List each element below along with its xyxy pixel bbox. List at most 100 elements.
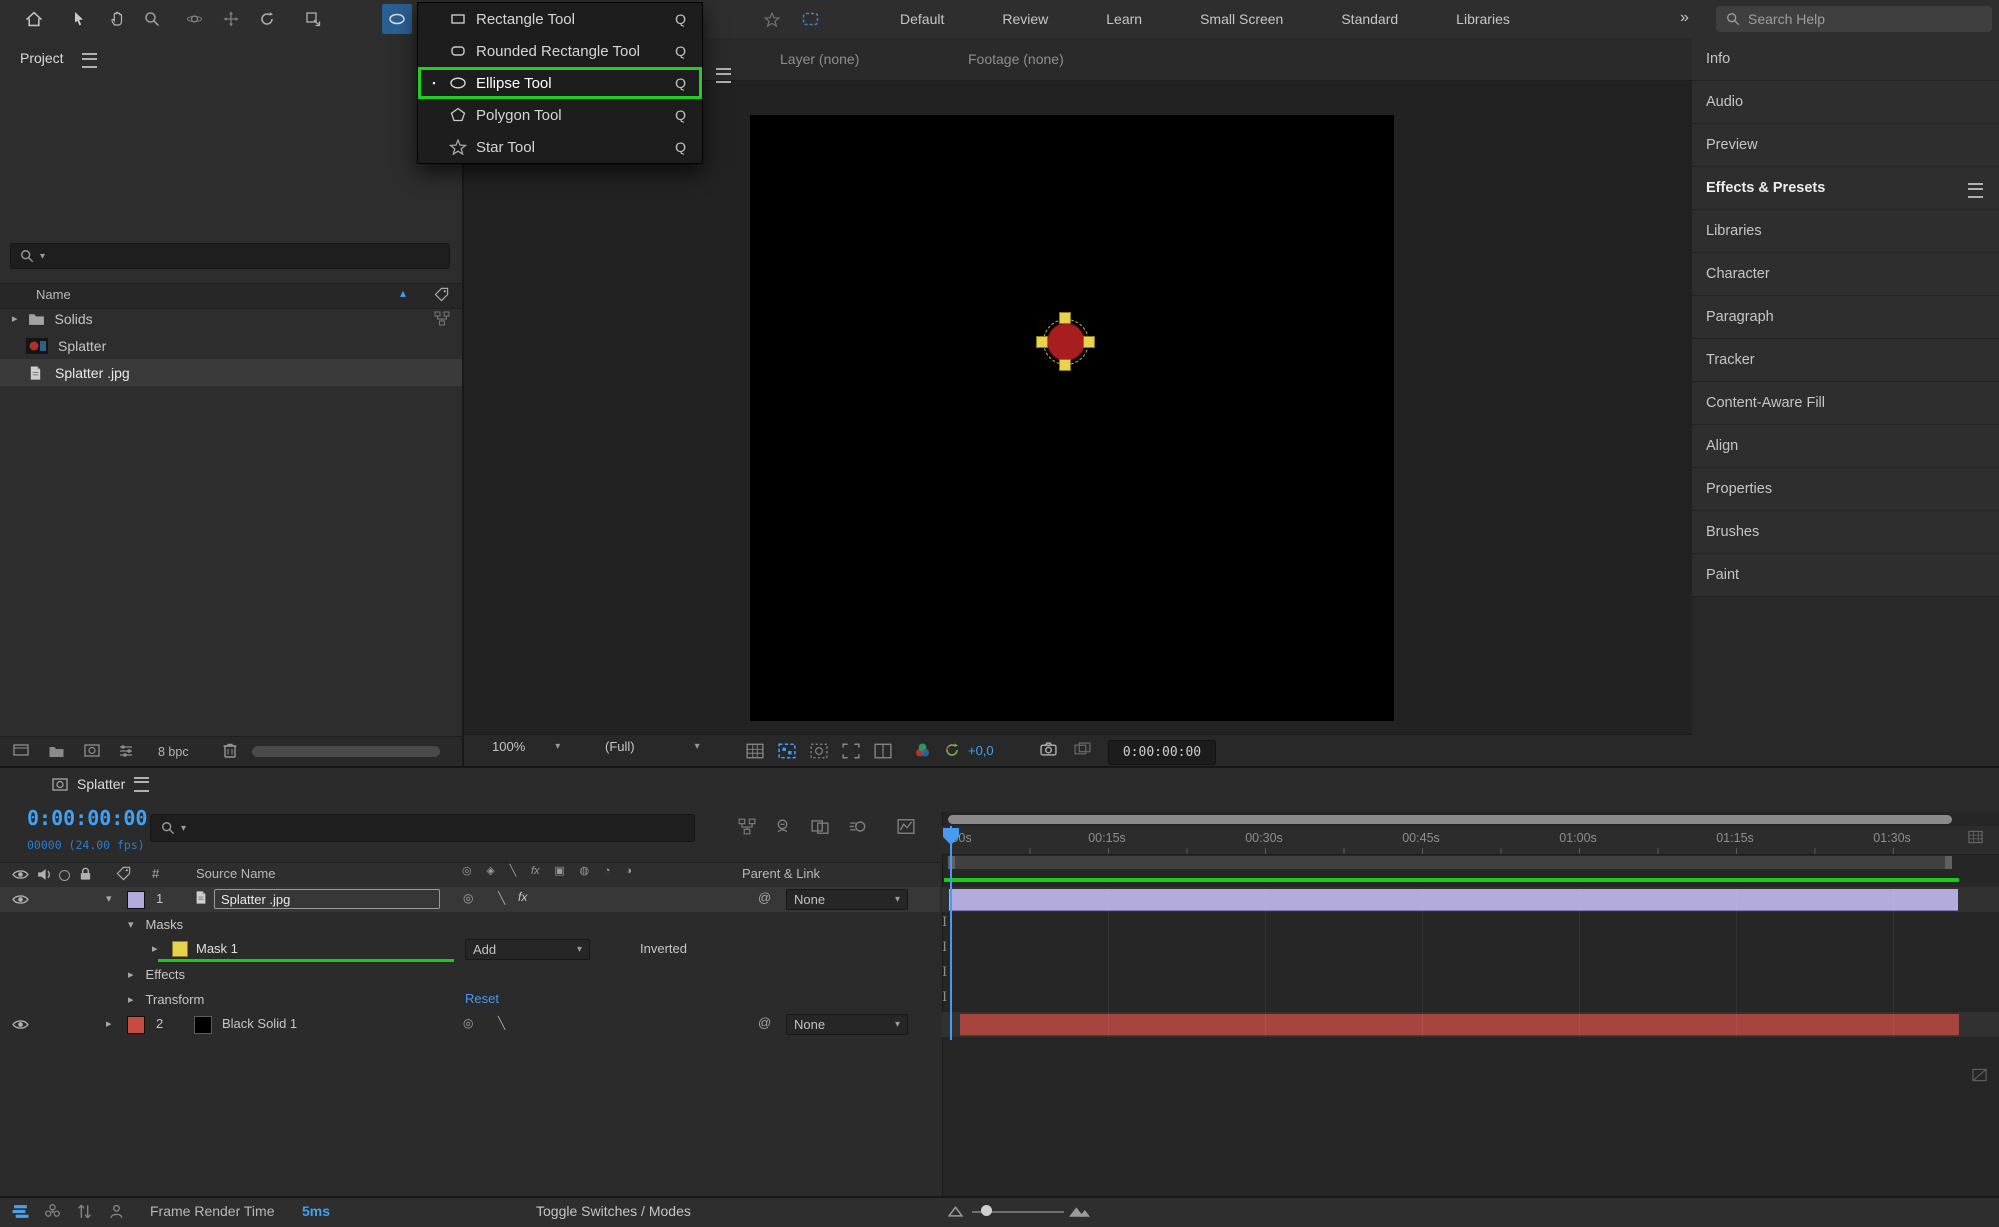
name-column-header[interactable]: Name [36, 287, 71, 302]
project-panel-tab[interactable]: Project [20, 50, 64, 66]
frame-blending-button[interactable] [811, 818, 829, 835]
composition-canvas[interactable] [750, 115, 1394, 721]
layer2-parent-select[interactable]: None ▾ [786, 1014, 908, 1035]
thumbnail-scrollbar[interactable] [252, 746, 440, 757]
panel-header-tracker[interactable]: Tracker [1692, 339, 1999, 381]
mask-handle-right[interactable] [1083, 336, 1095, 348]
toggle-render-pane-button[interactable] [108, 1203, 125, 1220]
help-search[interactable]: Search Help [1716, 6, 1992, 32]
zoom-in-mountains-icon[interactable] [1068, 1203, 1091, 1218]
layer2-duration-bar[interactable] [960, 1014, 1959, 1036]
layer1-quality-switch[interactable]: ╲ [498, 891, 505, 905]
layer2-parent-pickwhip[interactable]: @ [758, 1015, 771, 1030]
project-item-splatter[interactable]: Splatter [0, 332, 462, 359]
show-snapshot-button[interactable] [1074, 742, 1091, 757]
workspace-overflow-button[interactable]: » [1680, 9, 1689, 27]
effects-expander[interactable]: ▸ [128, 968, 134, 981]
layer1-video-toggle[interactable] [12, 893, 29, 906]
layer2-quality-switch[interactable]: ╲ [498, 1016, 505, 1030]
toggle-inout-pane-button[interactable] [76, 1203, 93, 1220]
sort-ascending-icon[interactable]: ▴ [400, 286, 406, 300]
panel-header-info[interactable]: Info [1692, 38, 1999, 80]
current-time-display[interactable]: 0:00:00:00 [27, 806, 147, 830]
mask-shape-ellipse[interactable] [1047, 323, 1085, 361]
shape-tool-button-active[interactable] [382, 4, 412, 34]
graph-editor-button[interactable] [897, 818, 915, 835]
work-area-end-handle[interactable] [1945, 856, 1952, 869]
magnification-select[interactable]: 100% ▾ [492, 739, 560, 754]
masks-group-row[interactable]: ▾ Masks [0, 912, 940, 937]
timeline-menu-button[interactable] [134, 777, 149, 792]
shy-layers-button[interactable] [774, 818, 791, 835]
panel-header-paint[interactable]: Paint [1692, 554, 1999, 596]
menu-item-polygon-tool[interactable]: Polygon Tool Q [418, 99, 702, 131]
panel-header-brushes[interactable]: Brushes [1692, 511, 1999, 553]
view-layout-button[interactable] [874, 743, 892, 759]
work-area-bar[interactable] [948, 856, 1952, 869]
resolution-select[interactable]: (Full) ▾ [605, 739, 700, 754]
panel-header-content-aware-fill[interactable]: Content-Aware Fill [1692, 382, 1999, 424]
mask-handle-top[interactable] [1059, 312, 1071, 324]
workspace-tab-default[interactable]: Default [900, 11, 944, 27]
panel-header-character[interactable]: Character [1692, 253, 1999, 295]
pan-behind-tool-button[interactable] [298, 4, 328, 34]
region-tool-button[interactable] [795, 4, 825, 34]
panel-header-libraries[interactable]: Libraries [1692, 210, 1999, 252]
viewer-menu-button[interactable] [716, 68, 731, 83]
playhead-line[interactable] [950, 826, 952, 1040]
home-button[interactable] [19, 4, 49, 34]
transform-expander[interactable]: ▸ [128, 993, 134, 1006]
mask-handle-bottom[interactable] [1059, 359, 1071, 371]
workspace-tab-review[interactable]: Review [1002, 11, 1048, 27]
menu-item-rectangle-tool[interactable]: Rectangle Tool Q [418, 3, 702, 35]
tab-footage-viewer[interactable]: Footage (none) [968, 51, 1064, 67]
viewer-timecode[interactable]: 0:00:00:00 [1108, 740, 1216, 765]
layer2-anchor-switch[interactable]: ◎ [463, 1016, 473, 1030]
zoom-out-mountain-icon[interactable] [948, 1204, 963, 1217]
expand-chevron-icon[interactable]: ▸ [12, 312, 18, 325]
mask1-name-selected[interactable]: Mask 1 [196, 941, 238, 956]
selection-tool-button[interactable] [64, 4, 94, 34]
comp-marker-bin-button[interactable] [1968, 830, 1983, 844]
panel-header-audio[interactable]: Audio [1692, 81, 1999, 123]
label-column-icon[interactable] [434, 287, 449, 302]
mask-handle-left[interactable] [1036, 336, 1048, 348]
mask1-color-swatch[interactable] [172, 941, 188, 957]
layer2-expander[interactable]: ▸ [106, 1017, 112, 1030]
menu-item-star-tool[interactable]: Star Tool Q [418, 131, 702, 163]
workspace-tab-small-screen[interactable]: Small Screen [1200, 11, 1283, 27]
layer1-fx-switch[interactable]: fx [518, 890, 527, 904]
orbit-camera-tool-button[interactable] [179, 4, 209, 34]
toggle-switches-pane-button[interactable] [12, 1203, 29, 1220]
mask1-mode-select[interactable]: Add ▾ [465, 939, 590, 960]
interpret-footage-button[interactable] [12, 743, 30, 758]
layer1-parent-select[interactable]: None ▾ [786, 889, 908, 910]
panel-header-preview[interactable]: Preview [1692, 124, 1999, 166]
delete-button[interactable] [222, 742, 238, 758]
zoom-tool-button[interactable] [137, 4, 167, 34]
region-of-interest-button[interactable] [842, 743, 860, 759]
effects-presets-menu-button[interactable] [1968, 183, 1983, 198]
mask1-inverted-checkbox-label[interactable]: Inverted [640, 941, 687, 956]
source-name-column-header[interactable]: Source Name [196, 866, 275, 881]
masks-expander-open[interactable]: ▾ [128, 918, 134, 931]
exposure-value[interactable]: +0,0 [968, 743, 994, 758]
star-tool-button[interactable] [757, 4, 787, 34]
color-settings-button[interactable] [118, 743, 134, 758]
panel-header-paragraph[interactable]: Paragraph [1692, 296, 1999, 338]
layer2-video-toggle[interactable] [12, 1018, 29, 1031]
timeline-comp-tab[interactable]: Splatter [52, 776, 149, 792]
rotation-tool-button[interactable] [252, 4, 282, 34]
new-composition-button[interactable] [84, 743, 100, 758]
layer1-label-color-swatch[interactable] [127, 891, 145, 909]
bit-depth-label[interactable]: 8 bpc [158, 745, 189, 759]
timeline-search-input[interactable]: ▾ [150, 814, 695, 842]
workspace-tab-standard[interactable]: Standard [1341, 11, 1398, 27]
toggle-transfer-controls-button[interactable] [44, 1203, 61, 1220]
project-search-input[interactable]: ▾ [10, 243, 450, 269]
project-panel-menu-button[interactable] [82, 53, 97, 68]
workspace-tab-learn[interactable]: Learn [1106, 11, 1142, 27]
grid-guides-button[interactable] [746, 743, 764, 759]
layer2-name[interactable]: Black Solid 1 [222, 1016, 297, 1031]
panel-header-properties[interactable]: Properties [1692, 468, 1999, 510]
